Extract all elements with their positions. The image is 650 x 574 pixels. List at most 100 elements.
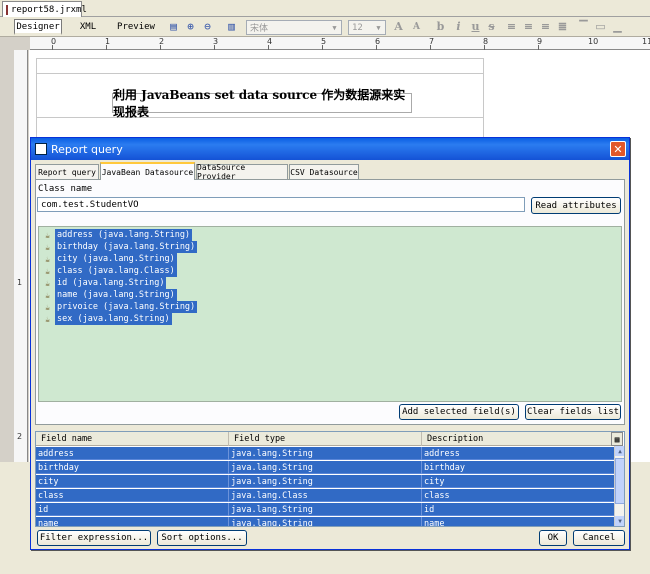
attribute-label: city (java.lang.String) bbox=[55, 253, 177, 265]
align-top-icon[interactable]: ▔ bbox=[577, 20, 590, 33]
cell-field-type: java.lang.String bbox=[229, 475, 422, 488]
justify-icon[interactable]: ≣ bbox=[556, 20, 569, 33]
cell-description: id bbox=[422, 503, 616, 516]
clear-fields-list-label: Clear fields list bbox=[526, 407, 620, 417]
tab-csv-datasource[interactable]: CSV Datasource bbox=[289, 164, 359, 179]
add-selected-fields-label: Add selected field(s) bbox=[402, 407, 516, 417]
column-header-field-name[interactable]: Field name bbox=[36, 432, 229, 446]
align-right-icon[interactable]: ≡ bbox=[539, 20, 552, 33]
table-row[interactable]: city java.lang.String city bbox=[36, 475, 616, 488]
cell-field-type: java.lang.String bbox=[229, 447, 422, 460]
add-selected-fields-button[interactable]: Add selected field(s) bbox=[399, 404, 519, 420]
tab-xml[interactable]: XML bbox=[68, 19, 108, 35]
scroll-up-icon[interactable]: ▲ bbox=[615, 446, 624, 456]
bean-property-icon: ☕ bbox=[45, 278, 50, 288]
column-header-description[interactable]: Description bbox=[422, 432, 616, 446]
fields-table[interactable]: Field name Field type Description ▦ addr… bbox=[35, 431, 625, 527]
increase-font-icon[interactable]: A bbox=[392, 20, 405, 33]
tab-javabean-datasource[interactable]: JavaBean Datasource bbox=[100, 162, 195, 180]
ruler-label: 2 bbox=[17, 432, 23, 441]
table-row[interactable]: address java.lang.String address bbox=[36, 447, 616, 460]
font-size-combo[interactable]: 12 ▼ bbox=[348, 20, 386, 35]
underline-icon[interactable]: u bbox=[469, 20, 482, 33]
column-header-label: Field type bbox=[234, 434, 286, 444]
sort-options-label: Sort options... bbox=[161, 533, 243, 543]
ok-label: OK bbox=[547, 533, 559, 543]
list-item[interactable]: ☕ sex (java.lang.String) bbox=[42, 313, 172, 325]
ok-button[interactable]: OK bbox=[539, 530, 567, 546]
report-title-text: 利用 JavaBeans set data source 作为数据源来实现报表 bbox=[113, 88, 406, 119]
scroll-thumb[interactable] bbox=[615, 458, 624, 504]
decrease-font-icon[interactable]: A bbox=[410, 20, 423, 33]
clear-fields-list-button[interactable]: Clear fields list bbox=[525, 404, 621, 420]
list-item[interactable]: ☕ privoice (java.lang.String) bbox=[42, 301, 198, 313]
jrxml-file-icon bbox=[6, 4, 8, 15]
tab-xml-label: XML bbox=[79, 22, 97, 32]
font-name-combo[interactable]: 宋体 ▼ bbox=[246, 20, 342, 35]
column-picker-icon[interactable]: ▦ bbox=[611, 432, 623, 446]
list-item[interactable]: ☕ birthday (java.lang.String) bbox=[42, 241, 198, 253]
list-item[interactable]: ☕ class (java.lang.Class) bbox=[42, 265, 177, 277]
cell-description: name bbox=[422, 517, 616, 526]
tab-designer-label: Designer bbox=[16, 21, 60, 32]
class-name-label: Class name bbox=[38, 184, 93, 194]
dialog-titlebar[interactable]: Report query bbox=[31, 138, 629, 160]
table-row[interactable]: birthday java.lang.String birthday bbox=[36, 461, 616, 474]
tab-preview[interactable]: Preview bbox=[112, 19, 160, 35]
align-center-icon[interactable]: ≡ bbox=[522, 20, 535, 33]
table-row[interactable]: class java.lang.Class class bbox=[36, 489, 616, 502]
ruler-label: 10 bbox=[588, 37, 599, 46]
close-icon: ✕ bbox=[613, 142, 623, 156]
file-tab-bar bbox=[0, 0, 650, 17]
italic-icon[interactable]: i bbox=[452, 20, 465, 33]
cancel-button[interactable]: Cancel bbox=[573, 530, 625, 546]
read-attributes-label: Read attributes bbox=[535, 200, 617, 211]
zoom-page-icon[interactable]: ▤ bbox=[167, 20, 180, 33]
close-button[interactable]: ✕ bbox=[610, 141, 626, 157]
table-scrollbar[interactable]: ▲ ▼ bbox=[614, 446, 624, 526]
table-row[interactable]: id java.lang.String id bbox=[36, 503, 616, 516]
cell-field-name: name bbox=[36, 517, 229, 526]
zoom-out-icon[interactable]: ⊖ bbox=[201, 20, 214, 33]
strike-icon[interactable]: s bbox=[485, 20, 498, 33]
scroll-down-icon[interactable]: ▼ bbox=[615, 516, 624, 526]
dialog-title: Report query bbox=[51, 142, 123, 156]
attribute-label: privoice (java.lang.String) bbox=[55, 301, 198, 313]
chevron-down-icon: ▼ bbox=[376, 23, 381, 32]
class-name-field[interactable]: com.test.StudentVO bbox=[37, 197, 525, 212]
filter-expression-button[interactable]: Filter expression... bbox=[37, 530, 151, 546]
align-icon[interactable]: ▥ bbox=[225, 20, 238, 33]
cell-description: birthday bbox=[422, 461, 616, 474]
list-item[interactable]: ☕ city (java.lang.String) bbox=[42, 253, 177, 265]
bean-property-icon: ☕ bbox=[45, 242, 50, 252]
list-item[interactable]: ☕ address (java.lang.String) bbox=[42, 229, 193, 241]
list-item[interactable]: ☕ name (java.lang.String) bbox=[42, 289, 177, 301]
attributes-list[interactable]: ☕ address (java.lang.String) ☕ birthday (j… bbox=[38, 226, 622, 402]
align-left-icon[interactable]: ≡ bbox=[505, 20, 518, 33]
attribute-label: id (java.lang.String) bbox=[55, 277, 167, 289]
horizontal-ruler: 0 1 2 3 4 5 6 7 8 9 10 11 bbox=[30, 37, 650, 50]
file-tab[interactable]: report58.jrxml bbox=[2, 1, 87, 17]
table-row[interactable]: name java.lang.String name bbox=[36, 517, 616, 526]
list-item[interactable]: ☕ id (java.lang.String) bbox=[42, 277, 167, 289]
report-title-field[interactable]: 利用 JavaBeans set data source 作为数据源来实现报表 bbox=[112, 88, 412, 119]
align-bottom-icon[interactable]: ▁ bbox=[611, 20, 624, 33]
tab-report-query[interactable]: Report query bbox=[35, 164, 99, 179]
attribute-label: address (java.lang.String) bbox=[55, 229, 193, 241]
tab-datasource-provider[interactable]: DataSource Provider bbox=[196, 163, 288, 181]
align-middle-icon[interactable]: ▭ bbox=[594, 20, 607, 33]
attribute-label: class (java.lang.Class) bbox=[55, 265, 177, 277]
cell-field-name: address bbox=[36, 447, 229, 460]
bean-property-icon: ☕ bbox=[45, 254, 50, 264]
zoom-in-icon[interactable]: ⊕ bbox=[184, 20, 197, 33]
tab-label: JavaBean Datasource bbox=[101, 167, 194, 177]
read-attributes-button[interactable]: Read attributes bbox=[531, 197, 621, 214]
band-separator bbox=[37, 73, 483, 74]
column-header-field-type[interactable]: Field type bbox=[229, 432, 422, 446]
bold-icon[interactable]: b bbox=[434, 20, 447, 33]
tab-label: CSV Datasource bbox=[290, 167, 358, 177]
bean-property-icon: ☕ bbox=[45, 314, 50, 324]
file-tab-label: report58.jrxml bbox=[11, 4, 87, 15]
tab-designer[interactable]: Designer bbox=[14, 19, 62, 35]
sort-options-button[interactable]: Sort options... bbox=[157, 530, 247, 546]
